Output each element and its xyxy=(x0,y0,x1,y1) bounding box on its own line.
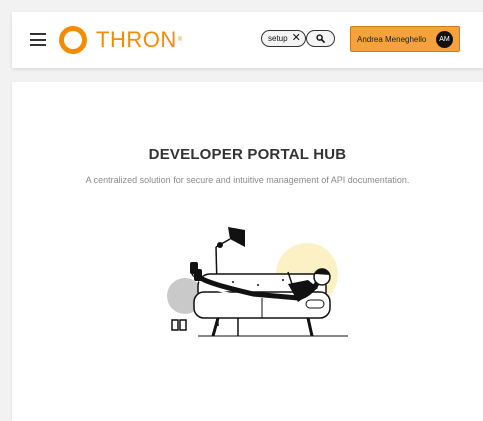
user-menu-button[interactable]: Andrea Meneghello AM xyxy=(350,26,460,52)
avatar: AM xyxy=(436,31,453,48)
filter-chip-label: setup xyxy=(268,34,288,43)
logo-text: THRON xyxy=(96,27,177,52)
page-subtitle: A centralized solution for secure and in… xyxy=(85,175,410,185)
top-bar: THRON ® setup ✕ Andrea Meneghello AM xyxy=(12,12,483,68)
thron-logo[interactable]: THRON ® xyxy=(59,25,182,55)
logo-ring-icon xyxy=(59,26,87,54)
person-relaxing-on-sofa-illustration xyxy=(167,227,348,337)
page-title: DEVELOPER PORTAL HUB xyxy=(148,146,347,163)
page: THRON ® setup ✕ Andrea Meneghello AM DEV… xyxy=(0,0,483,421)
search-icon xyxy=(316,34,325,43)
hamburger-menu-icon[interactable] xyxy=(30,33,46,46)
logo-registered-mark: ® xyxy=(177,37,183,43)
filter-chip-setup[interactable]: setup ✕ xyxy=(261,30,306,47)
close-icon[interactable]: ✕ xyxy=(292,33,301,44)
user-name: Andrea Meneghello xyxy=(357,34,427,44)
main-content: DEVELOPER PORTAL HUB A centralized solut… xyxy=(12,82,483,421)
search-button[interactable] xyxy=(306,30,335,47)
